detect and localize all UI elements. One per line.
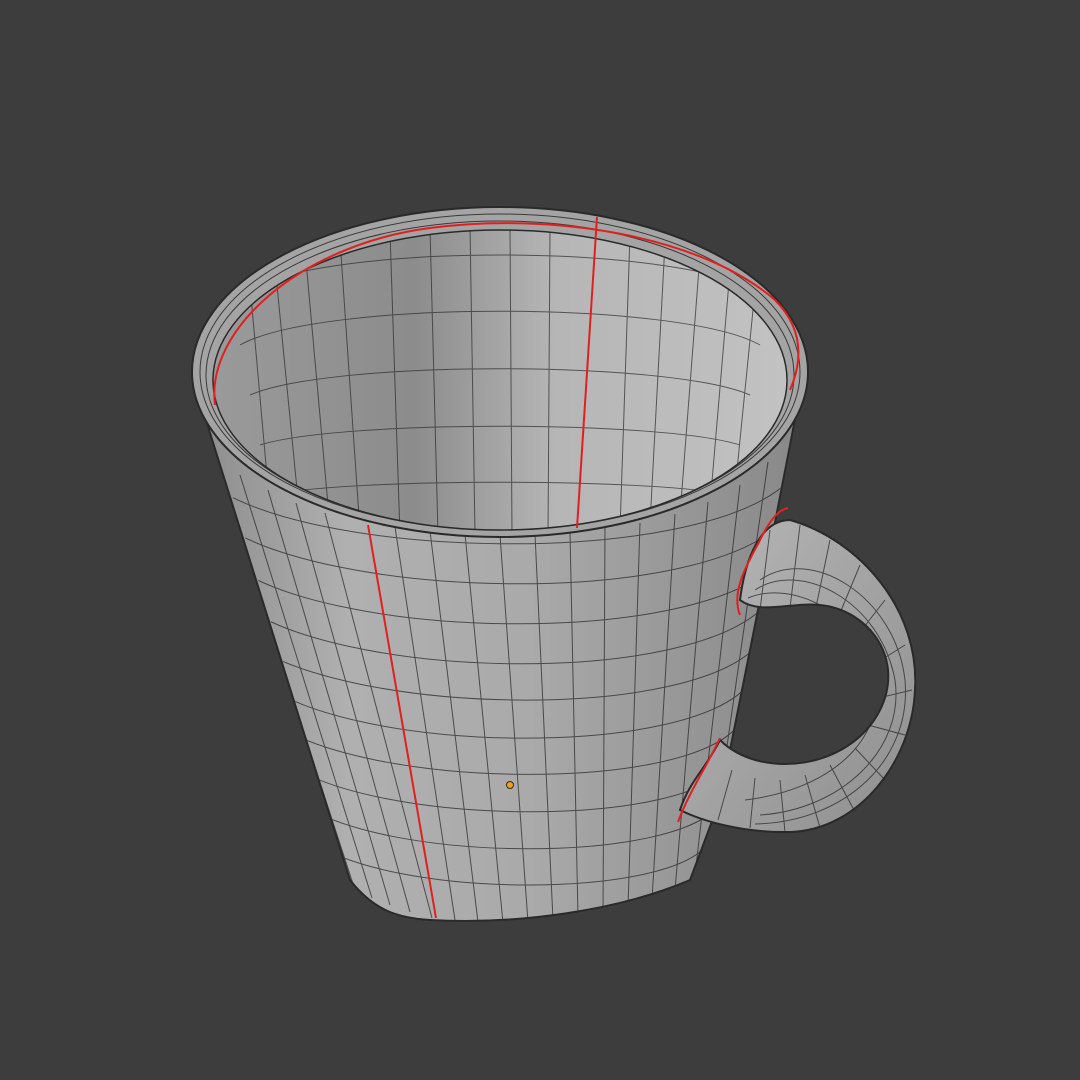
3d-viewport[interactable] — [0, 0, 1080, 1080]
object-origin-dot[interactable] — [506, 781, 514, 789]
